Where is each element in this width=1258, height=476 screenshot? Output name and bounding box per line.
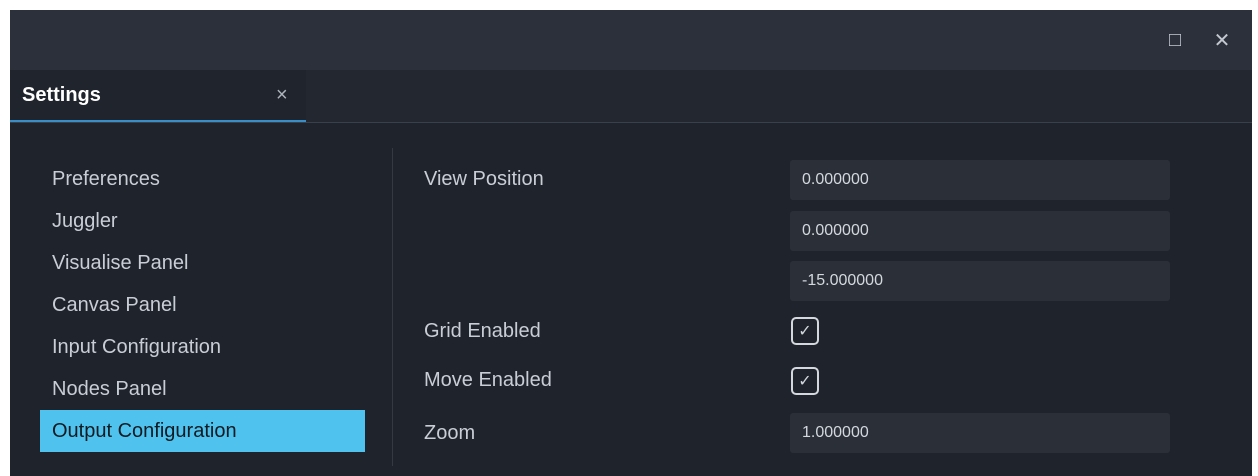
tab-settings[interactable]: Settings ×	[10, 70, 306, 122]
sidebar-item-juggler[interactable]: Juggler	[40, 200, 365, 242]
tab-bar: Settings ×	[10, 70, 1252, 123]
sidebar-item-canvas-panel[interactable]: Canvas Panel	[40, 284, 365, 326]
check-icon: ✓	[798, 323, 812, 340]
maximize-icon[interactable]: □	[1160, 25, 1190, 55]
title-bar: □ ✕	[10, 10, 1252, 70]
grid-enabled-checkbox[interactable]: ✓	[791, 317, 819, 345]
tab-label: Settings	[22, 84, 101, 106]
zoom-field[interactable]: 1.000000	[790, 413, 1170, 453]
check-icon: ✓	[798, 373, 812, 390]
view-position-label: View Position	[424, 168, 544, 190]
view-position-y-field[interactable]: 0.000000	[790, 211, 1170, 251]
sidebar-item-nodes-panel[interactable]: Nodes Panel	[40, 368, 365, 410]
panel-divider	[392, 148, 393, 466]
move-enabled-checkbox[interactable]: ✓	[791, 367, 819, 395]
settings-sidebar: Preferences Juggler Visualise Panel Canv…	[40, 158, 365, 452]
close-tab-icon[interactable]: ×	[276, 84, 288, 107]
view-position-x-field[interactable]: 0.000000	[790, 160, 1170, 200]
sidebar-item-visualise-panel[interactable]: Visualise Panel	[40, 242, 365, 284]
view-position-z-field[interactable]: -15.000000	[790, 261, 1170, 301]
sidebar-item-input-configuration[interactable]: Input Configuration	[40, 326, 365, 368]
move-enabled-label: Move Enabled	[424, 369, 552, 391]
zoom-label: Zoom	[424, 422, 476, 444]
grid-enabled-label: Grid Enabled	[424, 320, 541, 342]
sidebar-item-output-configuration[interactable]: Output Configuration	[40, 410, 365, 452]
close-window-icon[interactable]: ✕	[1207, 25, 1237, 55]
sidebar-item-preferences[interactable]: Preferences	[40, 158, 365, 200]
